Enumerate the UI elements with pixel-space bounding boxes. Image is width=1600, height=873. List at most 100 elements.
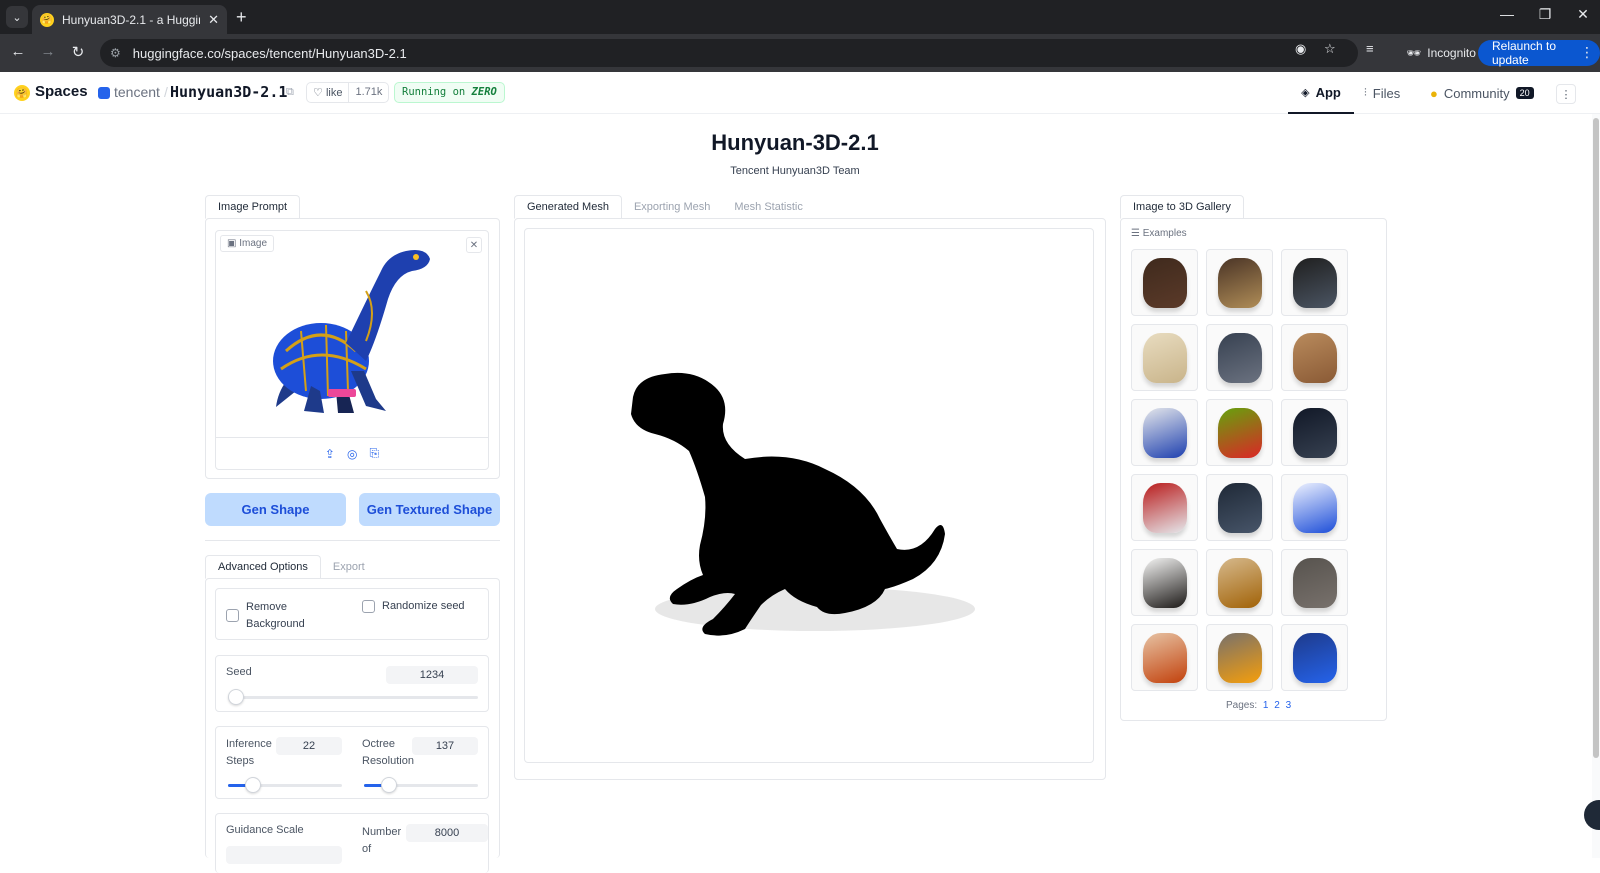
gen-shape-button[interactable]: Gen Shape — [205, 493, 346, 526]
example-red-car[interactable] — [1131, 474, 1198, 541]
path-separator: / — [164, 84, 168, 100]
tab-generated-mesh[interactable]: Generated Mesh — [514, 195, 622, 219]
examples-label: ☰ Examples — [1131, 228, 1187, 239]
tab-image-to-3d-gallery[interactable]: Image to 3D Gallery — [1120, 195, 1244, 219]
example-stone-lion[interactable] — [1281, 549, 1348, 616]
image-upload-box[interactable]: ▣ Image ✕ ⇪ ◎ ⎘ — [215, 230, 489, 470]
gen-textured-shape-button[interactable]: Gen Textured Shape — [359, 493, 500, 526]
input-image-dinosaur — [273, 250, 430, 413]
media-controls-icon[interactable]: ≡ — [1366, 41, 1374, 56]
checkbox-card: Remove Background Randomize seed — [215, 588, 489, 640]
seed-input[interactable]: 1234 — [386, 666, 478, 684]
address-bar[interactable]: ⚙ huggingface.co/spaces/tencent/Hunyuan3… — [100, 39, 1358, 67]
mesh-tabbar: Generated Mesh Exporting Mesh Mesh Stati… — [514, 195, 815, 219]
example-blue-creature[interactable] — [1281, 474, 1348, 541]
like-label: ♡ like — [313, 87, 343, 99]
example-armored-hero[interactable] — [1206, 474, 1273, 541]
octree-resolution-input[interactable]: 137 — [412, 737, 478, 755]
reload-icon[interactable]: ↻ — [68, 43, 88, 61]
more-options-icon[interactable]: ⋮ — [1556, 84, 1576, 104]
octree-resolution-slider-handle[interactable] — [381, 777, 398, 793]
example-blue-dinosaur[interactable] — [1281, 624, 1348, 691]
tab-search-icon[interactable]: ⌄ — [6, 6, 28, 28]
tracking-eye-icon[interactable]: ◉ — [1295, 41, 1306, 57]
tab-advanced-options[interactable]: Advanced Options — [205, 555, 321, 579]
clipboard-icon[interactable]: ⎘ — [369, 446, 379, 461]
floating-action-button[interactable] — [1584, 800, 1600, 830]
randomize-seed-checkbox[interactable] — [362, 600, 375, 613]
octree-resolution-slider[interactable] — [364, 777, 478, 793]
example-thumbnail-graphic — [1142, 332, 1187, 383]
seed-label: Seed — [226, 666, 252, 678]
example-thumbnail-graphic — [1217, 482, 1262, 533]
scrollbar-thumb[interactable] — [1593, 118, 1599, 758]
copy-icon[interactable]: ⧉ — [286, 86, 294, 99]
example-toy-truck[interactable] — [1131, 324, 1198, 391]
window-close-icon[interactable]: ✕ — [1568, 6, 1598, 23]
inference-steps-input[interactable]: 22 — [276, 737, 342, 755]
guidance-scale-label: Guidance Scale — [226, 824, 304, 836]
tab-image-prompt[interactable]: Image Prompt — [205, 195, 301, 219]
page-1-link[interactable]: 1 — [1263, 700, 1269, 711]
example-ninja[interactable] — [1281, 249, 1348, 316]
example-dresser[interactable] — [1131, 249, 1198, 316]
steps-octree-card: Inference Steps 22 Octree Resolution 137 — [215, 726, 489, 799]
upload-icon[interactable]: ⇪ — [325, 447, 335, 461]
restore-icon[interactable]: ❐ — [1530, 6, 1560, 23]
tab-export[interactable]: Export — [321, 555, 377, 579]
guidance-card: Guidance Scale Number of 8000 — [215, 813, 489, 873]
seed-slider-handle[interactable] — [228, 689, 244, 705]
like-count: 1.71k — [348, 83, 388, 102]
inference-steps-slider[interactable] — [228, 777, 342, 793]
num-chunks-input[interactable]: 8000 — [406, 824, 488, 842]
example-armored-robot[interactable] — [1206, 324, 1273, 391]
example-thumbnail-graphic — [1292, 332, 1337, 383]
example-hen[interactable] — [1281, 324, 1348, 391]
site-info-icon[interactable]: ⚙ — [110, 46, 121, 60]
cube-icon: ◈ — [1301, 86, 1310, 99]
remove-background-checkbox[interactable] — [226, 609, 239, 622]
tab-mesh-statistic[interactable]: Mesh Statistic — [722, 195, 814, 219]
incognito-indicator[interactable]: 🕶 Incognito — [1396, 40, 1486, 66]
new-tab-icon[interactable]: + — [236, 7, 247, 28]
url-text: huggingface.co/spaces/tencent/Hunyuan3D-… — [132, 45, 407, 61]
example-cartoon-donkey[interactable] — [1206, 549, 1273, 616]
example-mushroom-house[interactable] — [1131, 624, 1198, 691]
image-prompt-tabbar: Image Prompt — [205, 195, 301, 219]
example-cartoon-cow[interactable] — [1131, 549, 1198, 616]
forward-icon[interactable]: → — [38, 43, 58, 60]
seed-slider[interactable] — [228, 689, 478, 705]
browser-tab[interactable]: 🤗 Hunyuan3D-2.1 - a Hugging Face Space b… — [32, 5, 227, 34]
tab-exporting-mesh[interactable]: Exporting Mesh — [622, 195, 722, 219]
tab-close-icon[interactable]: ✕ — [208, 12, 219, 28]
nav-community[interactable]: ● Community 20 — [1430, 72, 1534, 114]
incognito-label: Incognito — [1427, 46, 1476, 60]
example-ninja-turtle[interactable] — [1206, 399, 1273, 466]
bookmark-star-icon[interactable]: ☆ — [1324, 41, 1336, 57]
nav-app[interactable]: ◈ App — [1288, 72, 1354, 114]
example-shield[interactable] — [1206, 249, 1273, 316]
nav-files[interactable]: ⫶ Files — [1364, 72, 1400, 114]
generated-mesh-silhouette — [631, 372, 975, 636]
example-stone-house[interactable] — [1206, 624, 1273, 691]
spaces-link[interactable]: Spaces — [35, 83, 88, 100]
example-thumbnail-graphic — [1217, 257, 1262, 308]
example-oni-mask[interactable] — [1281, 399, 1348, 466]
repo-link[interactable]: Hunyuan3D-2.1 — [170, 83, 287, 101]
webcam-icon[interactable]: ◎ — [347, 447, 357, 461]
list-icon: ☰ — [1131, 228, 1140, 239]
like-button[interactable]: ♡ like 1.71k — [306, 82, 390, 103]
guidance-scale-input[interactable] — [226, 846, 342, 864]
back-icon[interactable]: ← — [8, 43, 28, 60]
org-link[interactable]: tencent — [114, 84, 160, 100]
page-2-link[interactable]: 2 — [1274, 700, 1280, 711]
inference-steps-slider-handle[interactable] — [245, 777, 262, 793]
minimize-icon[interactable]: — — [1492, 6, 1522, 22]
example-porcelain-horse[interactable] — [1131, 399, 1198, 466]
page-3-link[interactable]: 3 — [1286, 700, 1292, 711]
options-tabbar: Advanced Options Export — [205, 555, 377, 579]
browser-menu-icon[interactable]: ⋮ — [1580, 44, 1594, 61]
heart-icon: ♡ — [313, 87, 323, 99]
mesh-viewer[interactable] — [524, 228, 1094, 763]
hugging-face-logo-icon[interactable]: 🤗 — [14, 85, 30, 101]
